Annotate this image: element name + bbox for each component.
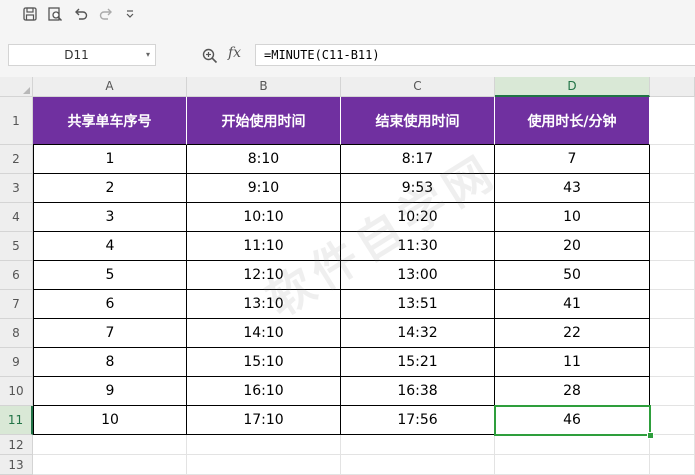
empty-cell[interactable]	[33, 455, 187, 475]
table-cell[interactable]: 9:53	[341, 174, 495, 203]
table-cell[interactable]: 17:56	[341, 406, 495, 435]
quick-access-toolbar	[0, 0, 695, 32]
row-header-1[interactable]: 1	[0, 97, 33, 145]
name-box-value: D11	[64, 48, 89, 62]
table-cell[interactable]: 9:10	[187, 174, 341, 203]
empty-cell[interactable]	[650, 406, 695, 435]
row-header-4[interactable]: 4	[0, 203, 33, 232]
save-icon[interactable]	[19, 4, 41, 24]
table-cell[interactable]: 5	[33, 261, 187, 290]
column-header-b[interactable]: B	[187, 77, 341, 97]
fx-icon[interactable]: fx	[228, 45, 241, 61]
table-cell[interactable]: 43	[495, 174, 650, 203]
table-cell[interactable]: 14:10	[187, 319, 341, 348]
table-cell[interactable]: 13:51	[341, 290, 495, 319]
empty-cell[interactable]	[650, 203, 695, 232]
table-cell[interactable]: 10:10	[187, 203, 341, 232]
table-cell[interactable]: 16:38	[341, 377, 495, 406]
empty-cell[interactable]	[341, 435, 495, 455]
table-cell[interactable]: 28	[495, 377, 650, 406]
customize-dropdown-icon[interactable]	[119, 4, 141, 24]
fill-handle[interactable]	[647, 432, 654, 439]
table-cell[interactable]: 7	[33, 319, 187, 348]
chevron-down-icon[interactable]: ▾	[143, 45, 153, 65]
empty-cell[interactable]	[650, 435, 695, 455]
select-all-corner[interactable]	[0, 77, 33, 97]
table-cell[interactable]: 15:21	[341, 348, 495, 377]
empty-cell[interactable]	[187, 435, 341, 455]
column-header-d[interactable]: D	[495, 77, 650, 97]
table-cell[interactable]: 13:00	[341, 261, 495, 290]
row-header-10[interactable]: 10	[0, 377, 33, 406]
empty-cell[interactable]	[650, 455, 695, 475]
table-cell[interactable]: 3	[33, 203, 187, 232]
table-cell[interactable]: 12:10	[187, 261, 341, 290]
table-cell[interactable]: 6	[33, 290, 187, 319]
table-cell[interactable]: 8	[33, 348, 187, 377]
header-cell[interactable]: 使用时长/分钟	[495, 97, 650, 145]
undo-icon[interactable]	[70, 4, 92, 24]
row-header-2[interactable]: 2	[0, 145, 33, 174]
row-header-6[interactable]: 6	[0, 261, 33, 290]
empty-cell[interactable]	[650, 290, 695, 319]
empty-cell[interactable]	[650, 348, 695, 377]
column-header-blank	[650, 77, 695, 97]
table-cell[interactable]: 20	[495, 232, 650, 261]
empty-cell[interactable]	[33, 435, 187, 455]
empty-cell[interactable]	[650, 377, 695, 406]
row-header-7[interactable]: 7	[0, 290, 33, 319]
empty-cell[interactable]	[650, 174, 695, 203]
table-cell[interactable]: 15:10	[187, 348, 341, 377]
table-cell[interactable]: 2	[33, 174, 187, 203]
table-cell[interactable]: 10:20	[341, 203, 495, 232]
empty-cell[interactable]	[650, 145, 695, 174]
table-cell[interactable]: 8:10	[187, 145, 341, 174]
row-header-13[interactable]: 13	[0, 455, 33, 475]
table-cell[interactable]: 11	[495, 348, 650, 377]
empty-cell[interactable]	[341, 455, 495, 475]
header-cell[interactable]: 结束使用时间	[341, 97, 495, 145]
row-header-11[interactable]: 11	[0, 406, 33, 435]
empty-cell[interactable]	[495, 435, 650, 455]
table-cell[interactable]: 14:32	[341, 319, 495, 348]
table-cell[interactable]: 10	[33, 406, 187, 435]
formula-input[interactable]: =MINUTE(C11-B11)	[255, 44, 695, 66]
empty-cell[interactable]	[650, 261, 695, 290]
empty-cell[interactable]	[650, 232, 695, 261]
table-cell[interactable]: 11:30	[341, 232, 495, 261]
redo-icon[interactable]	[95, 4, 117, 24]
table-cell[interactable]: 1	[33, 145, 187, 174]
empty-cell[interactable]	[495, 455, 650, 475]
row-header-9[interactable]: 9	[0, 348, 33, 377]
table-cell[interactable]: 22	[495, 319, 650, 348]
table-cell[interactable]: 4	[33, 232, 187, 261]
name-box[interactable]: D11 ▾	[8, 44, 156, 66]
header-cell[interactable]: 开始使用时间	[187, 97, 341, 145]
empty-cell[interactable]	[650, 319, 695, 348]
column-header-a[interactable]: A	[33, 77, 187, 97]
table-cell[interactable]: 11:10	[187, 232, 341, 261]
empty-cell[interactable]	[650, 97, 695, 145]
table-cell[interactable]: 8:17	[341, 145, 495, 174]
column-header-c[interactable]: C	[341, 77, 495, 97]
table-cell[interactable]: 7	[495, 145, 650, 174]
print-preview-icon[interactable]	[44, 4, 66, 24]
row-header-8[interactable]: 8	[0, 319, 33, 348]
row-header-12[interactable]: 12	[0, 435, 33, 455]
formula-bar: D11 ▾ fx =MINUTE(C11-B11)	[0, 32, 695, 77]
empty-cell[interactable]	[187, 455, 341, 475]
table-cell[interactable]: 16:10	[187, 377, 341, 406]
spreadsheet-grid: A B C D 1 2 3 4 5 6 7 8 9 10 11 12 13 共享单车序号 开始使用时间 结束使用时间使…	[0, 77, 695, 475]
header-cell[interactable]: 共享单车序号	[33, 97, 187, 145]
table-cell[interactable]: 41	[495, 290, 650, 319]
table-cell[interactable]: 9	[33, 377, 187, 406]
table-cell[interactable]: 17:10	[187, 406, 341, 435]
table-cell[interactable]: 10	[495, 203, 650, 232]
zoom-icon[interactable]	[201, 47, 219, 65]
table-cell[interactable]: 46	[495, 406, 650, 435]
row-header-3[interactable]: 3	[0, 174, 33, 203]
table-cell[interactable]: 50	[495, 261, 650, 290]
row-header-5[interactable]: 5	[0, 232, 33, 261]
table-cell[interactable]: 13:10	[187, 290, 341, 319]
